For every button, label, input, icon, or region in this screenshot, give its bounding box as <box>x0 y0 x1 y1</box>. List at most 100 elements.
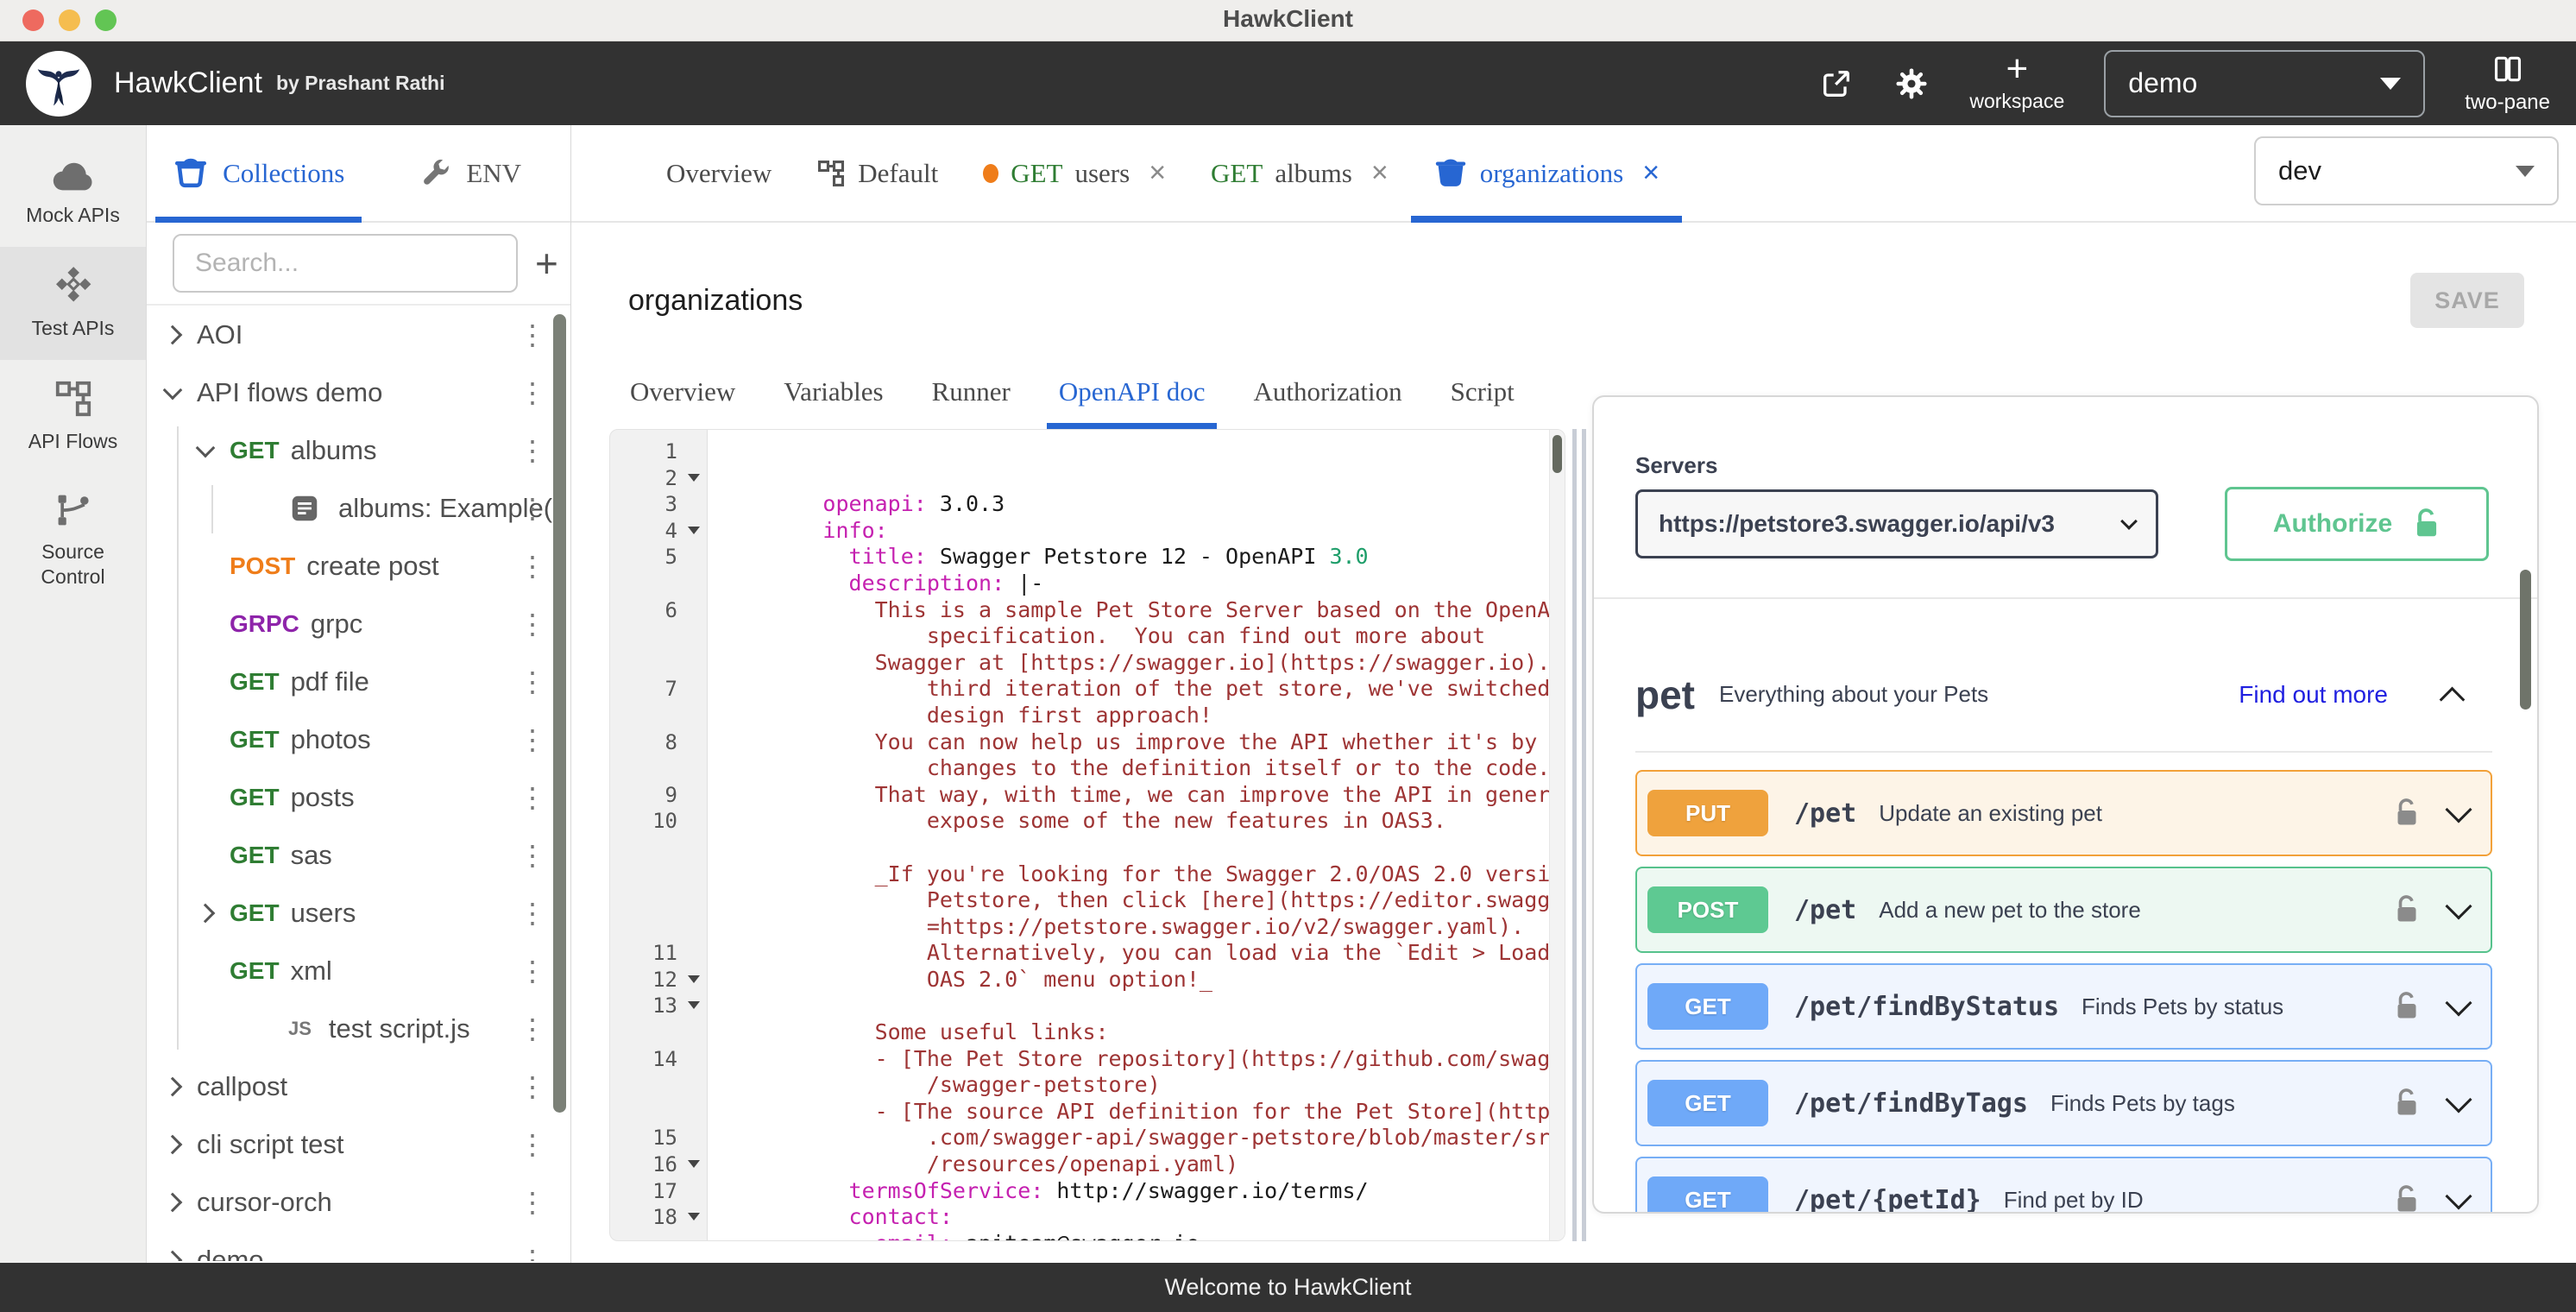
fold-marker-icon[interactable] <box>688 1213 700 1221</box>
unlock-icon[interactable] <box>2394 798 2420 829</box>
tree-item[interactable]: JS GET sas ⋮ <box>147 826 570 884</box>
tree-item[interactable]: JS GET users ⋮ <box>147 884 570 942</box>
tree-item[interactable]: JS POST create post ⋮ <box>147 537 570 595</box>
tree-item[interactable]: JS GET pdf file ⋮ <box>147 653 570 710</box>
kebab-menu-icon[interactable]: ⋮ <box>519 552 546 580</box>
chevron-icon[interactable] <box>196 438 216 457</box>
kebab-menu-icon[interactable]: ⋮ <box>519 726 546 754</box>
line-number[interactable]: 11 <box>610 940 707 967</box>
server-select[interactable]: https://petstore3.swagger.io/api/v3 <box>1635 489 2158 558</box>
tab-collections[interactable]: Collections <box>147 125 370 221</box>
rail-item-api-flows[interactable]: API Flows <box>0 360 146 473</box>
chevron-down-icon[interactable] <box>2445 893 2472 919</box>
line-number[interactable] <box>610 650 707 677</box>
search-input[interactable] <box>173 234 518 293</box>
chevron-icon[interactable] <box>196 903 216 923</box>
line-number[interactable]: 13 <box>610 993 707 1019</box>
environment-select[interactable]: dev <box>2254 136 2559 205</box>
chevron-up-icon[interactable] <box>2440 686 2466 712</box>
close-tab-icon[interactable]: × <box>1642 156 1660 190</box>
unlock-icon[interactable] <box>2394 1088 2420 1119</box>
kebab-menu-icon[interactable]: ⋮ <box>519 1246 546 1262</box>
chevron-icon[interactable] <box>163 325 183 344</box>
editor-scrollbar[interactable] <box>1549 430 1565 1240</box>
chevron-down-icon[interactable] <box>2445 1183 2472 1209</box>
line-number[interactable]: 9 <box>610 782 707 809</box>
fold-marker-icon[interactable] <box>688 975 700 983</box>
line-number[interactable]: 4 <box>610 518 707 545</box>
kebab-menu-icon[interactable]: ⋮ <box>519 437 546 464</box>
fold-marker-icon[interactable] <box>688 1160 700 1168</box>
pane-resizer[interactable] <box>1572 429 1586 1241</box>
kebab-menu-icon[interactable]: ⋮ <box>519 899 546 927</box>
save-button[interactable]: SAVE <box>2410 273 2524 328</box>
tree-item[interactable]: JS GET xml ⋮ <box>147 942 570 1000</box>
openapi-yaml-editor[interactable]: 1 openapi: 3.0.3 2 info: 3 <box>609 429 1565 1241</box>
tree-item[interactable]: JS GET albums ⋮ <box>147 421 570 479</box>
find-out-more-link[interactable]: Find out more <box>2239 681 2388 709</box>
chevron-down-icon[interactable] <box>2445 1086 2472 1113</box>
kebab-menu-icon[interactable]: ⋮ <box>519 784 546 811</box>
line-number[interactable] <box>610 703 707 729</box>
line-number[interactable]: 6 <box>610 597 707 624</box>
chevron-down-icon[interactable] <box>2445 796 2472 823</box>
two-pane-toggle[interactable]: two-pane <box>2465 53 2550 115</box>
tab-organizations[interactable]: organizations × <box>1411 125 1682 221</box>
chevron-icon[interactable] <box>163 1076 183 1096</box>
chevron-icon[interactable] <box>163 380 183 400</box>
open-external-button[interactable] <box>1819 66 1854 101</box>
subtab[interactable]: Overview <box>606 366 759 418</box>
chevron-down-icon[interactable] <box>2445 989 2472 1016</box>
line-number[interactable]: 12 <box>610 967 707 993</box>
kebab-menu-icon[interactable]: ⋮ <box>519 668 546 696</box>
line-number[interactable]: 16 <box>610 1151 707 1178</box>
fold-marker-icon[interactable] <box>688 1001 700 1009</box>
subtab[interactable]: Authorization <box>1229 366 1426 418</box>
line-number[interactable]: 2 <box>610 465 707 492</box>
unlock-icon[interactable] <box>2394 894 2420 925</box>
tree-item[interactable]: JS AOI ⋮ <box>147 306 570 363</box>
endpoint-row[interactable]: GET /pet/findByTags Finds Pets by tags <box>1635 1060 2492 1146</box>
subtab[interactable]: OpenAPI doc <box>1035 366 1230 418</box>
line-number[interactable]: 10 <box>610 808 707 835</box>
tree-item[interactable]: JS demo ⋮ <box>147 1231 570 1261</box>
line-number[interactable] <box>610 755 707 782</box>
fold-marker-icon[interactable] <box>688 474 700 482</box>
kebab-menu-icon[interactable]: ⋮ <box>519 321 546 349</box>
close-tab-icon[interactable]: × <box>1149 156 1166 190</box>
line-number[interactable]: 8 <box>610 729 707 756</box>
authorize-button[interactable]: Authorize <box>2225 487 2489 561</box>
line-number[interactable] <box>610 861 707 888</box>
rail-item-test-apis[interactable]: Test APIs <box>0 247 146 360</box>
kebab-menu-icon[interactable]: ⋮ <box>519 610 546 638</box>
tree-item[interactable]: JS callpost ⋮ <box>147 1057 570 1115</box>
settings-button[interactable] <box>1893 66 1930 102</box>
close-tab-icon[interactable]: × <box>1371 156 1389 190</box>
line-number[interactable] <box>610 835 707 861</box>
subtab[interactable]: Script <box>1427 366 1539 418</box>
kebab-menu-icon[interactable]: ⋮ <box>519 379 546 407</box>
kebab-menu-icon[interactable]: ⋮ <box>519 1131 546 1158</box>
line-number[interactable]: 18 <box>610 1204 707 1231</box>
line-number[interactable] <box>610 1099 707 1126</box>
add-workspace-button[interactable]: + workspace <box>1969 54 2064 113</box>
line-number[interactable]: 15 <box>610 1125 707 1151</box>
line-number[interactable]: 14 <box>610 1046 707 1073</box>
line-number[interactable] <box>610 1072 707 1099</box>
line-number[interactable]: 1 <box>610 438 707 465</box>
chevron-icon[interactable] <box>163 1250 183 1261</box>
tree-item[interactable]: JS albums: Example( ⋮ <box>147 479 570 537</box>
chevron-icon[interactable] <box>163 1192 183 1212</box>
tree-item[interactable]: JS API flows demo ⋮ <box>147 363 570 421</box>
endpoint-row[interactable]: POST /pet Add a new pet to the store <box>1635 867 2492 953</box>
unlock-icon[interactable] <box>2394 1184 2420 1214</box>
workspace-select[interactable]: demo <box>2104 50 2425 117</box>
add-collection-button[interactable]: + <box>535 243 558 283</box>
tree-item[interactable]: JS cli script test ⋮ <box>147 1115 570 1173</box>
subtab[interactable]: Variables <box>759 366 907 418</box>
line-number[interactable]: 17 <box>610 1178 707 1205</box>
endpoint-row[interactable]: PUT /pet Update an existing pet <box>1635 770 2492 856</box>
line-number[interactable] <box>610 1019 707 1046</box>
tag-header[interactable]: pet Everything about your Pets Find out … <box>1594 599 2537 718</box>
tab-get-albums[interactable]: GET albums × <box>1188 125 1411 221</box>
